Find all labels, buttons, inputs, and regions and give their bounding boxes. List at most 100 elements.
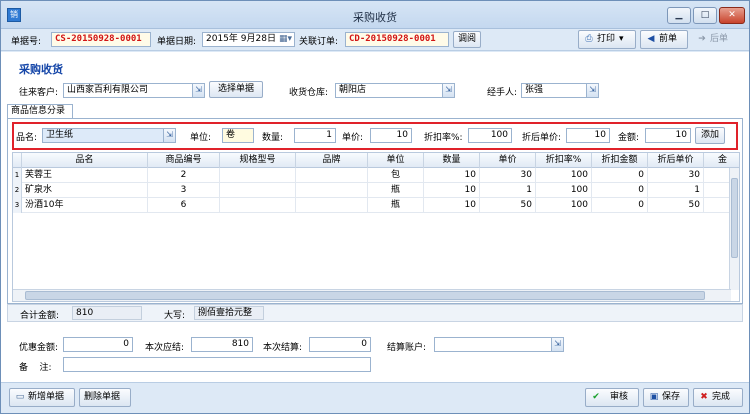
cell-brand[interactable] bbox=[296, 183, 368, 198]
vertical-scroll-thumb[interactable] bbox=[731, 178, 738, 258]
cell-qty[interactable]: 10 bbox=[424, 198, 480, 213]
cell-qty[interactable]: 10 bbox=[424, 183, 480, 198]
cell-code[interactable]: 6 bbox=[148, 198, 220, 213]
upper-value: 捌佰壹拾元整 bbox=[194, 306, 264, 320]
print-label: 打印 bbox=[597, 34, 616, 44]
table-row[interactable]: 3 汾酒10年 6 瓶 10 50 100 0 50 bbox=[13, 198, 731, 213]
save-button[interactable]: ▣ 保存 bbox=[643, 388, 689, 407]
customer-lookup-icon[interactable]: ⇲ bbox=[192, 84, 204, 97]
date-picker[interactable]: 2015年 9月28日 ▦▾ bbox=[202, 32, 295, 47]
table-row[interactable]: 1 芙蓉王 2 包 10 30 100 0 30 bbox=[13, 168, 731, 183]
next-doc-button[interactable]: ➔ 后单 bbox=[691, 30, 741, 49]
warehouse-field[interactable]: 朝阳店 ⇲ bbox=[335, 83, 455, 98]
cell-code[interactable]: 2 bbox=[148, 168, 220, 183]
cell-brand[interactable] bbox=[296, 198, 368, 213]
horizontal-scroll-thumb[interactable] bbox=[25, 291, 705, 300]
entry-disc-price-field[interactable]: 10 bbox=[566, 128, 610, 143]
account-lookup-icon[interactable]: ⇲ bbox=[551, 338, 563, 351]
cell-disc-price[interactable]: 1 bbox=[648, 183, 704, 198]
vertical-scrollbar[interactable] bbox=[729, 168, 739, 290]
col-header-spec[interactable]: 规格型号 bbox=[220, 153, 296, 168]
cell-disc-price[interactable]: 30 bbox=[648, 168, 704, 183]
col-header-qty[interactable]: 数量 bbox=[424, 153, 480, 168]
cell-name[interactable]: 矿泉水 bbox=[22, 183, 148, 198]
entry-discount-field[interactable]: 100 bbox=[468, 128, 512, 143]
cell-price[interactable]: 50 bbox=[480, 198, 536, 213]
date-label: 单据日期: bbox=[157, 37, 197, 47]
col-header-amount[interactable]: 金 bbox=[704, 153, 739, 168]
entry-name-field[interactable]: 卫生纸 ⇲ bbox=[42, 128, 176, 143]
horizontal-scrollbar[interactable] bbox=[13, 289, 731, 301]
cell-code[interactable]: 3 bbox=[148, 183, 220, 198]
cell-name[interactable]: 汾酒10年 bbox=[22, 198, 148, 213]
discount-amount-field[interactable]: 0 bbox=[63, 337, 133, 352]
cell-price[interactable]: 30 bbox=[480, 168, 536, 183]
cell-unit[interactable]: 包 bbox=[368, 168, 424, 183]
add-entry-button[interactable]: 添加 bbox=[695, 127, 725, 144]
warehouse-lookup-icon[interactable]: ⇲ bbox=[442, 84, 454, 97]
minimize-button[interactable]: ▁ bbox=[667, 7, 691, 24]
handler-field[interactable]: 张强 ⇲ bbox=[521, 83, 599, 98]
date-value: 2015年 9月28日 bbox=[206, 34, 276, 44]
prev-doc-button[interactable]: ◀ 前单 bbox=[640, 30, 688, 49]
customer-field[interactable]: 山西家百利有限公司 ⇲ bbox=[63, 83, 205, 98]
cell-spec[interactable] bbox=[220, 168, 296, 183]
col-header-brand[interactable]: 品牌 bbox=[296, 153, 368, 168]
new-doc-button[interactable]: ▭ 新增单据 bbox=[9, 388, 75, 407]
tab-product-entries[interactable]: 商品信息分录 bbox=[7, 104, 73, 118]
cell-discount[interactable]: 100 bbox=[536, 168, 592, 183]
cell-brand[interactable] bbox=[296, 168, 368, 183]
delete-doc-button[interactable]: 删除单据 bbox=[79, 388, 131, 407]
main-panel: 采购收货 往来客户: 山西家百利有限公司 ⇲ 选择单据 收货仓库: 朝阳店 ⇲ … bbox=[1, 52, 749, 382]
product-grid: 品名 商品编号 规格型号 品牌 单位 数量 单价 折扣率% 折扣金额 折后单价 … bbox=[12, 152, 740, 302]
related-order-label: 关联订单: bbox=[299, 37, 339, 47]
next-label: 后单 bbox=[710, 34, 729, 44]
cell-disc-amount[interactable]: 0 bbox=[592, 168, 648, 183]
due-field[interactable]: 810 bbox=[191, 337, 253, 352]
col-header-name[interactable]: 品名 bbox=[22, 153, 148, 168]
cell-unit[interactable]: 瓶 bbox=[368, 198, 424, 213]
col-header-disc-price[interactable]: 折后单价 bbox=[648, 153, 704, 168]
lookup-button[interactable]: 调阅 bbox=[453, 31, 481, 48]
col-header-disc-amount[interactable]: 折扣金额 bbox=[592, 153, 648, 168]
select-doc-button[interactable]: 选择单据 bbox=[209, 81, 263, 98]
handler-lookup-icon[interactable]: ⇲ bbox=[586, 84, 598, 97]
print-button[interactable]: ⎙ 打印 ▾ bbox=[578, 30, 636, 49]
account-field[interactable]: ⇲ bbox=[434, 337, 564, 352]
cell-qty[interactable]: 10 bbox=[424, 168, 480, 183]
entry-name-label: 品名: bbox=[16, 133, 38, 143]
cell-disc-amount[interactable]: 0 bbox=[592, 183, 648, 198]
col-header-discount[interactable]: 折扣率% bbox=[536, 153, 592, 168]
maximize-button[interactable]: □ bbox=[693, 7, 717, 24]
cell-price[interactable]: 1 bbox=[480, 183, 536, 198]
close-window-button[interactable]: ✕ bbox=[719, 7, 745, 24]
printer-icon: ⎙ bbox=[585, 34, 593, 44]
cell-spec[interactable] bbox=[220, 198, 296, 213]
cell-disc-amount[interactable]: 0 bbox=[592, 198, 648, 213]
col-header-code[interactable]: 商品编号 bbox=[148, 153, 220, 168]
cell-unit[interactable]: 瓶 bbox=[368, 183, 424, 198]
cell-disc-price[interactable]: 50 bbox=[648, 198, 704, 213]
col-header-price[interactable]: 单价 bbox=[480, 153, 536, 168]
done-button[interactable]: ✖ 完成 bbox=[693, 388, 743, 407]
cell-discount[interactable]: 100 bbox=[536, 198, 592, 213]
paid-field[interactable]: 0 bbox=[309, 337, 371, 352]
prev-label: 前单 bbox=[659, 34, 678, 44]
upper-label: 大写: bbox=[164, 311, 186, 321]
cell-name[interactable]: 芙蓉王 bbox=[22, 168, 148, 183]
doc-no-field[interactable]: CS-20150928-0001 bbox=[51, 32, 151, 47]
calendar-icon: ▦▾ bbox=[278, 34, 292, 44]
audit-button[interactable]: ✔ 审核 bbox=[585, 388, 639, 407]
table-row[interactable]: 2 矿泉水 3 瓶 10 1 100 0 1 bbox=[13, 183, 731, 198]
entry-unit-field[interactable]: 卷 bbox=[222, 128, 254, 143]
related-order-field[interactable]: CD-20150928-0001 bbox=[345, 32, 449, 47]
note-field[interactable] bbox=[63, 357, 371, 372]
col-header-unit[interactable]: 单位 bbox=[368, 153, 424, 168]
entry-price-field[interactable]: 10 bbox=[370, 128, 412, 143]
entry-amount-field[interactable]: 10 bbox=[645, 128, 691, 143]
product-lookup-icon[interactable]: ⇲ bbox=[163, 129, 175, 142]
cell-spec[interactable] bbox=[220, 183, 296, 198]
title-bar: 销 采购收货 ▁ □ ✕ bbox=[1, 1, 749, 29]
cell-discount[interactable]: 100 bbox=[536, 183, 592, 198]
entry-qty-field[interactable]: 1 bbox=[294, 128, 336, 143]
